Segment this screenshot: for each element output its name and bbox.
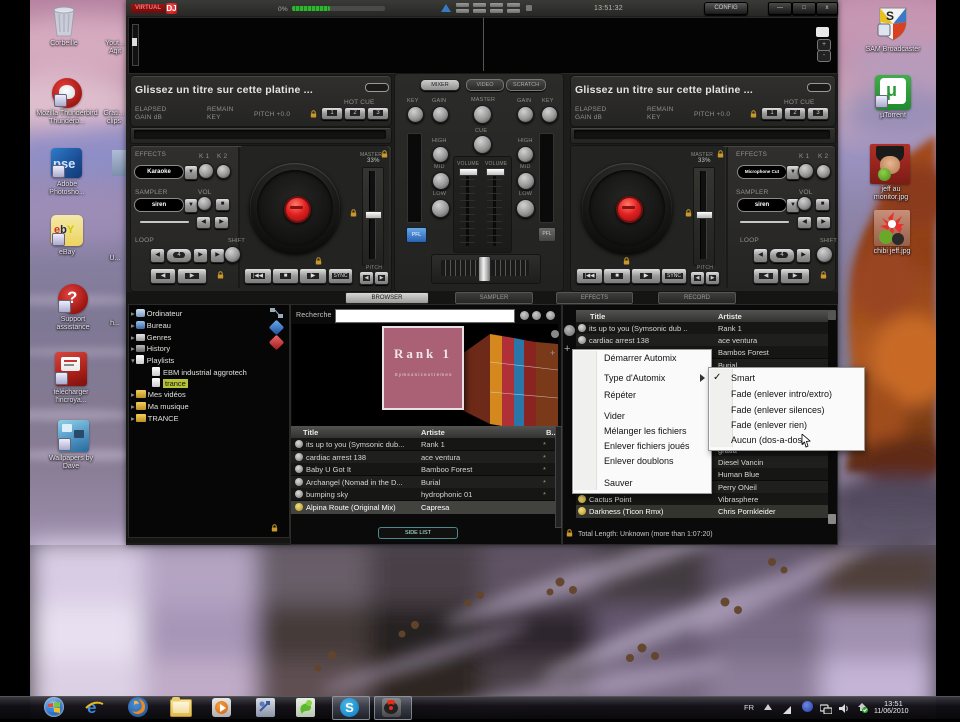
- svg-text:e: e: [87, 698, 96, 717]
- svg-text:S: S: [886, 9, 894, 23]
